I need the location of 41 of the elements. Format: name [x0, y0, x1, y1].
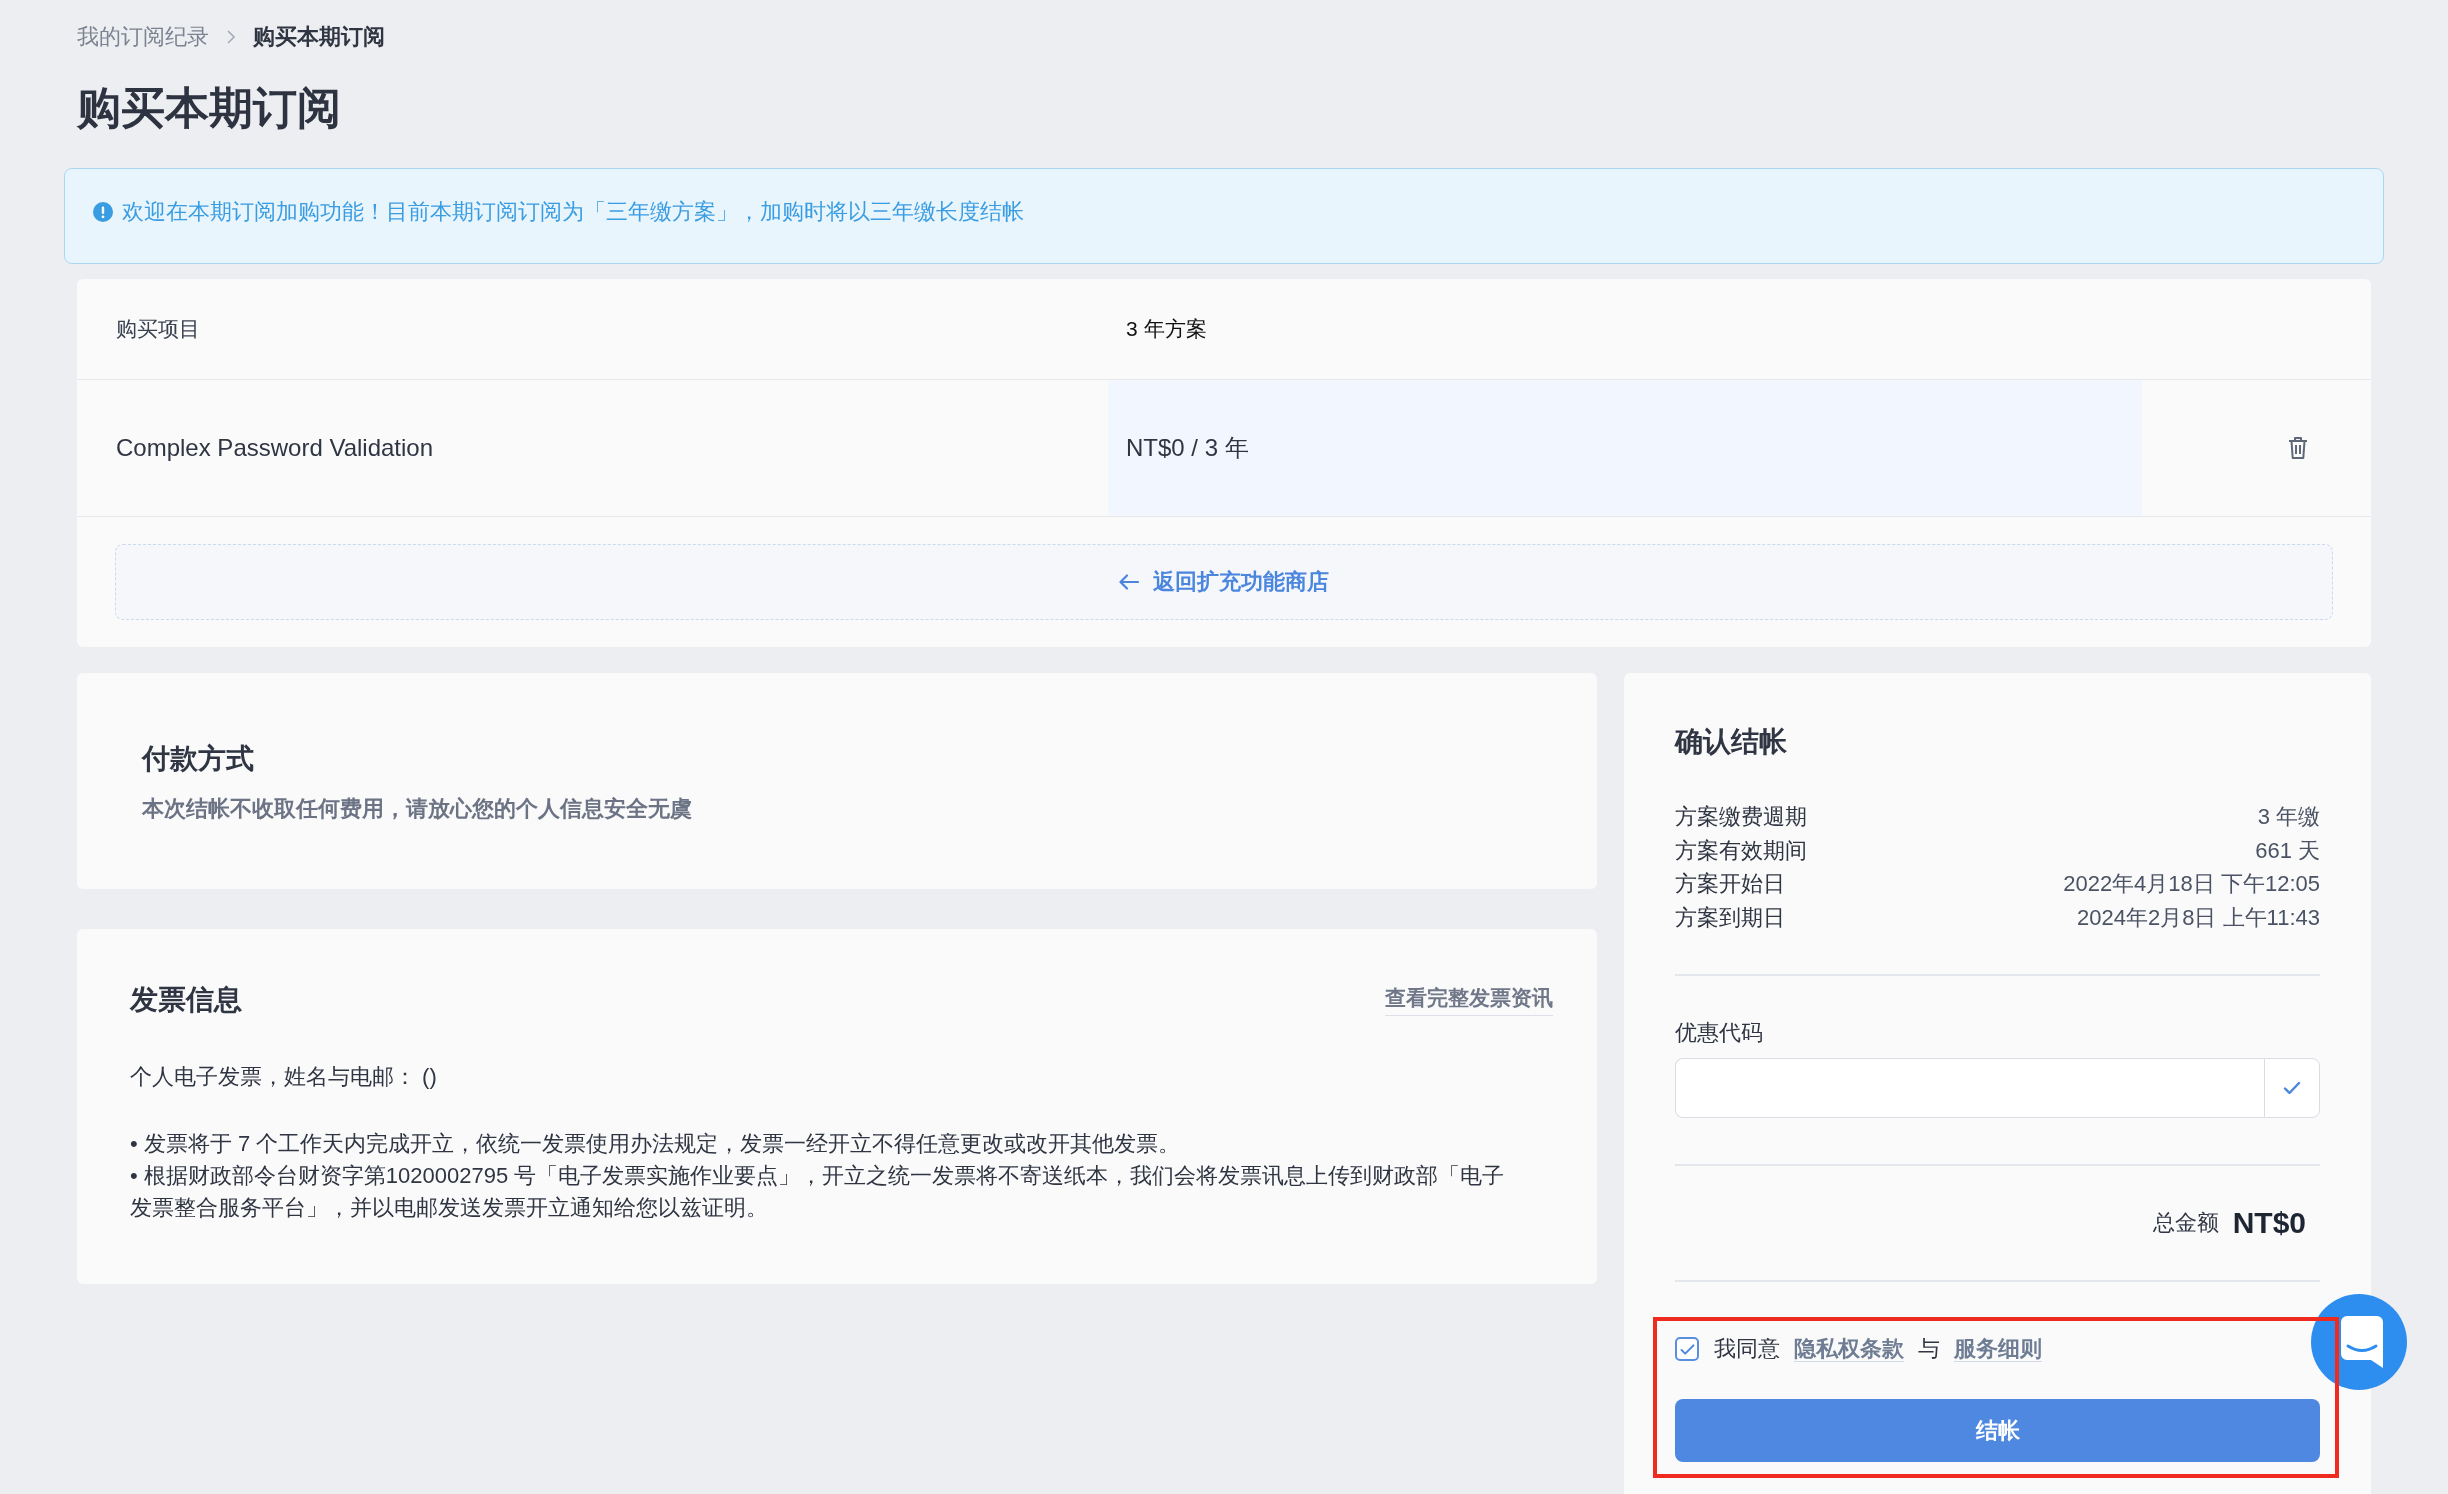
trash-icon[interactable] [2288, 436, 2308, 460]
total-label: 总金额 [2152, 1209, 2219, 1237]
item-name-cell-text: Complex Password Validation [115, 433, 435, 463]
detail-label: 方案开始日 [1675, 870, 1785, 898]
detail-label: 方案有效期间 [1675, 836, 1807, 865]
section-title: 付款方式 [142, 742, 254, 776]
exclamation-icon [93, 202, 113, 222]
breadcrumb-link[interactable]: 我的订阅纪录 [77, 22, 209, 52]
agreement-text: 我同意 隐私权条款 与 服务细则 [1714, 1335, 2043, 1364]
detail-value: 2024年2月8日 上午11:43 [2077, 903, 2320, 932]
check-icon [2283, 1081, 2301, 1095]
panel-title: 确认结帐 [1675, 725, 1787, 759]
invoice-note: • 根据财政部令台财资字第1020002795 号「电子发票实施作业要点」，开立之统一发票将不寄送纸本，我们会将发票讯息上传到财政部「电子发票整合服务平台」，并以电邮发送发票开立通知给您以兹证明。 [130, 1162, 1506, 1222]
column-header: 3 年方案 [1126, 317, 1207, 340]
checkout-button[interactable]: 结帐 [1675, 1399, 2320, 1462]
back-to-store-button[interactable]: 返回扩充功能商店 [115, 544, 2333, 620]
payment-note: 本次结帐不收取任何费用，请放心您的个人信息安全无虞 [142, 795, 692, 823]
page-title: 购买本期订阅 [77, 82, 341, 134]
price-cell: NT$0 / 3 年 [1108, 380, 2142, 516]
invoice-details-link[interactable]: 查看完整发票资讯 [1385, 984, 1553, 1016]
arrow-left-icon [1119, 574, 1139, 590]
detail-label: 方案缴费週期 [1675, 803, 1807, 831]
section-title: 发票信息 [130, 983, 242, 1017]
detail-value: 661 天 [2255, 836, 2320, 865]
column-header: 购买项目 [116, 317, 200, 340]
detail-label: 方案到期日 [1675, 903, 1785, 932]
coupon-input[interactable] [1675, 1058, 2264, 1118]
agree-checkbox[interactable] [1675, 1337, 1699, 1361]
detail-value: 2022年4月18日 下午12:05 [2063, 870, 2320, 898]
chevron-icon [227, 30, 235, 44]
notice-text: 欢迎在本期订阅加购功能！目前本期订阅订阅为「三年缴方案」，加购时将以三年缴长度结帐 [122, 198, 1024, 226]
breadcrumb-current: 购买本期订阅 [253, 23, 385, 51]
total-amount: NT$0 [2232, 1206, 2306, 1240]
detail-value: 3 年缴 [2257, 803, 2320, 831]
invoice-note: • 发票将于 7 个工作天内完成开立，依统一发票使用办法规定，发票一经开立不得任意更改或改开其他发票。 [130, 1130, 1182, 1158]
invoice-type-text: 个人电子发票，姓名与电邮： () [130, 1063, 437, 1091]
policy-link[interactable]: 服务细则 [1954, 1336, 2043, 1362]
chat-icon[interactable] [2311, 1294, 2407, 1390]
coupon-label: 优惠代码 [1675, 1019, 1763, 1047]
tick-icon [1679, 1343, 1695, 1355]
policy-link[interactable]: 隐私权条款 [1794, 1336, 1905, 1362]
